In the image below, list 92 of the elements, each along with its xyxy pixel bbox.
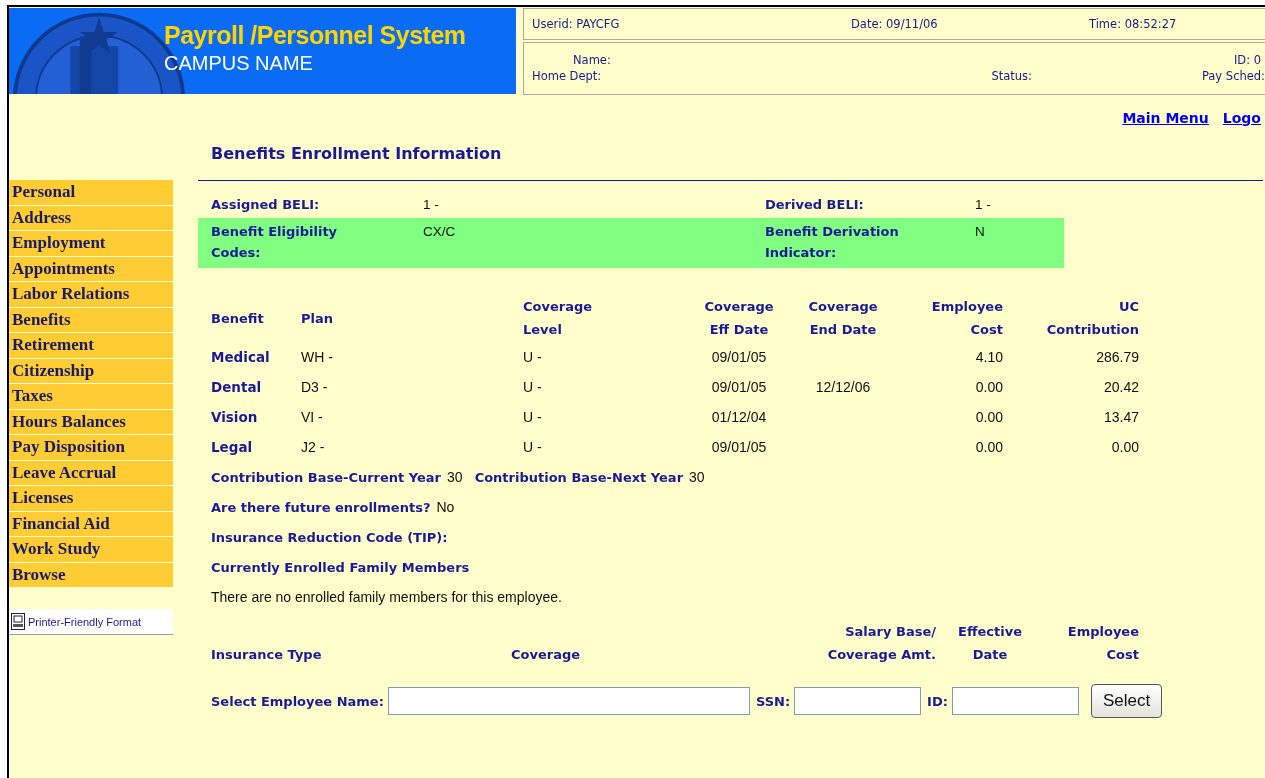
- column-header: Employee Cost: [930, 298, 1004, 339]
- pay-sched-label: Pay Sched:: [1201, 69, 1265, 84]
- table-cell: 09/01/05: [711, 439, 767, 455]
- column-header: Insurance Type: [210, 646, 323, 664]
- table-cell: J2 -: [301, 439, 325, 455]
- benefit-name: Vision: [211, 409, 258, 425]
- table-cell: U -: [523, 379, 542, 395]
- printer-friendly-link[interactable]: Printer-Friendly Format: [9, 609, 173, 635]
- time-text: Time: 08:52:27: [1089, 16, 1177, 31]
- nav-item[interactable]: Benefits: [9, 307, 173, 332]
- column-header: Employee Cost: [1066, 623, 1140, 664]
- nav-item[interactable]: Leave Accrual: [9, 460, 173, 485]
- nav-item[interactable]: Appointments: [9, 256, 173, 281]
- table-cell: 09/01/05: [711, 379, 767, 395]
- nav-item[interactable]: Financial Aid: [9, 511, 173, 536]
- printer-icon: [11, 613, 25, 630]
- table-cell: 0.00: [1111, 439, 1139, 455]
- field-value: CX/C: [423, 223, 457, 241]
- field-label: Contribution Base-Current Year: [211, 469, 442, 485]
- table-cell: U -: [523, 439, 542, 455]
- table-cell: U -: [523, 409, 542, 425]
- field-label: Benefit Eligibility Codes:: [211, 223, 339, 262]
- campus-name: CAMPUS NAME: [164, 52, 314, 75]
- employee-name-field[interactable]: [387, 687, 750, 715]
- field-value: 30: [689, 469, 705, 485]
- page-title: Benefits Enrollment Information: [210, 144, 503, 163]
- nav-item[interactable]: Personal: [9, 180, 173, 205]
- field-label: Select Employee Name:: [211, 693, 384, 709]
- column-header: Coverage Eff Date: [703, 298, 775, 339]
- userid-text: Userid: PAYCFG: [532, 16, 621, 31]
- field-label: SSN:: [755, 693, 791, 709]
- table-cell: 09/01/05: [711, 349, 767, 365]
- field-value: 1 -: [423, 196, 440, 214]
- table-cell: 13.47: [1103, 409, 1139, 425]
- nav-item[interactable]: Address: [9, 205, 173, 230]
- nav-item[interactable]: Browse: [9, 562, 173, 587]
- field-label: ID:: [927, 693, 948, 709]
- field-value: 30: [447, 469, 463, 485]
- field-value: No: [436, 499, 455, 515]
- section-heading: Currently Enrolled Family Members: [211, 559, 470, 575]
- table-cell: 0.00: [975, 439, 1003, 455]
- column-header: Salary Base/ Coverage Amt.: [826, 623, 937, 664]
- nav-item[interactable]: Labor Relations: [9, 282, 173, 307]
- nav-link[interactable]: Logo: [1222, 110, 1261, 126]
- table-cell: 12/12/06: [815, 379, 871, 395]
- field-value: 1 -: [975, 196, 992, 214]
- table-cell: VI -: [301, 409, 323, 425]
- nav-item[interactable]: Taxes: [9, 384, 173, 409]
- table-cell: 0.00: [975, 379, 1003, 395]
- benefit-name: Legal: [211, 439, 253, 455]
- name-label: Name:: [572, 53, 612, 68]
- column-header: Plan: [300, 309, 334, 328]
- benefit-name: Dental: [211, 379, 262, 395]
- table-cell: 286.79: [1096, 349, 1139, 365]
- status-label: Status:: [991, 69, 1032, 84]
- home-dept-label: Home Dept:: [532, 69, 602, 84]
- table-cell: U -: [523, 349, 542, 365]
- nav-item[interactable]: Licenses: [9, 486, 173, 511]
- benefit-name: Medical: [211, 349, 270, 365]
- id-label: ID: 0: [1233, 53, 1261, 68]
- column-header: Coverage End Date: [807, 298, 879, 339]
- nav-item[interactable]: Retirement: [9, 333, 173, 358]
- id-field[interactable]: [951, 687, 1079, 715]
- ssn-field[interactable]: [794, 687, 922, 715]
- table-cell: 20.42: [1103, 379, 1139, 395]
- column-header: Benefit: [210, 309, 265, 328]
- table-cell: WH -: [301, 349, 333, 365]
- table-cell: D3 -: [301, 379, 328, 395]
- field-value: N: [975, 223, 986, 241]
- field-label: Derived BELI:: [765, 196, 865, 214]
- info-message: There are no enrolled family members for this employee.: [211, 589, 562, 605]
- nav-item[interactable]: Pay Disposition: [9, 435, 173, 460]
- system-title: Payroll /Personnel System: [164, 21, 466, 50]
- table-cell: 01/12/04: [711, 409, 767, 425]
- field-label: Benefit Derivation Indicator:: [765, 223, 900, 262]
- field-label: Assigned BELI:: [211, 196, 321, 214]
- column-header: UC Contribution: [1045, 298, 1140, 339]
- column-header: Coverage: [510, 646, 582, 664]
- field-label: Contribution Base-Next Year: [474, 469, 684, 485]
- field-label: Insurance Reduction Code (TIP):: [211, 529, 448, 545]
- table-cell: 0.00: [975, 409, 1003, 425]
- nav-item[interactable]: Employment: [9, 231, 173, 256]
- date-text: Date: 09/11/06: [851, 16, 939, 31]
- column-header: Coverage Level: [522, 298, 594, 339]
- nav-item[interactable]: Citizenship: [9, 358, 173, 383]
- nav-item[interactable]: Hours Balances: [9, 409, 173, 434]
- field-label: Are there future enrollments?: [211, 499, 431, 515]
- nav-link[interactable]: Main Menu: [1122, 110, 1209, 126]
- select-button[interactable]: Select: [1090, 684, 1163, 718]
- column-header: Effective Date: [957, 623, 1023, 664]
- nav-item[interactable]: Work Study: [9, 537, 173, 562]
- table-cell: 4.10: [975, 349, 1003, 365]
